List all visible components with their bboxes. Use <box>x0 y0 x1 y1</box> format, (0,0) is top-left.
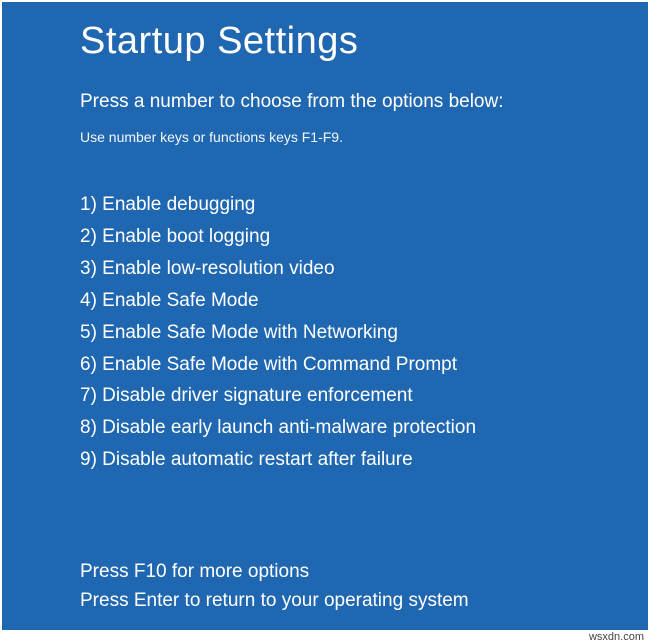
startup-settings-screen: Startup Settings Press a number to choos… <box>2 2 648 630</box>
option-safe-mode-networking[interactable]: 5) Enable Safe Mode with Networking <box>80 317 570 349</box>
hint-text: Use number keys or functions keys F1-F9. <box>80 129 570 145</box>
instruction-text: Press a number to choose from the option… <box>80 91 570 113</box>
option-safe-mode-cmd[interactable]: 6) Enable Safe Mode with Command Prompt <box>80 349 570 381</box>
watermark-text: wsxdn.com <box>589 631 644 643</box>
option-safe-mode[interactable]: 4) Enable Safe Mode <box>80 285 570 317</box>
option-boot-logging[interactable]: 2) Enable boot logging <box>80 221 570 253</box>
return-hint: Press Enter to return to your operating … <box>80 587 570 616</box>
page-title: Startup Settings <box>80 20 570 63</box>
option-disable-anti-malware[interactable]: 8) Disable early launch anti-malware pro… <box>80 412 570 444</box>
option-disable-driver-sig[interactable]: 7) Disable driver signature enforcement <box>80 380 570 412</box>
option-low-res-video[interactable]: 3) Enable low-resolution video <box>80 253 570 285</box>
more-options-hint: Press F10 for more options <box>80 558 570 587</box>
option-disable-auto-restart[interactable]: 9) Disable automatic restart after failu… <box>80 444 570 476</box>
option-debugging[interactable]: 1) Enable debugging <box>80 189 570 221</box>
options-list: 1) Enable debugging 2) Enable boot loggi… <box>80 189 570 476</box>
